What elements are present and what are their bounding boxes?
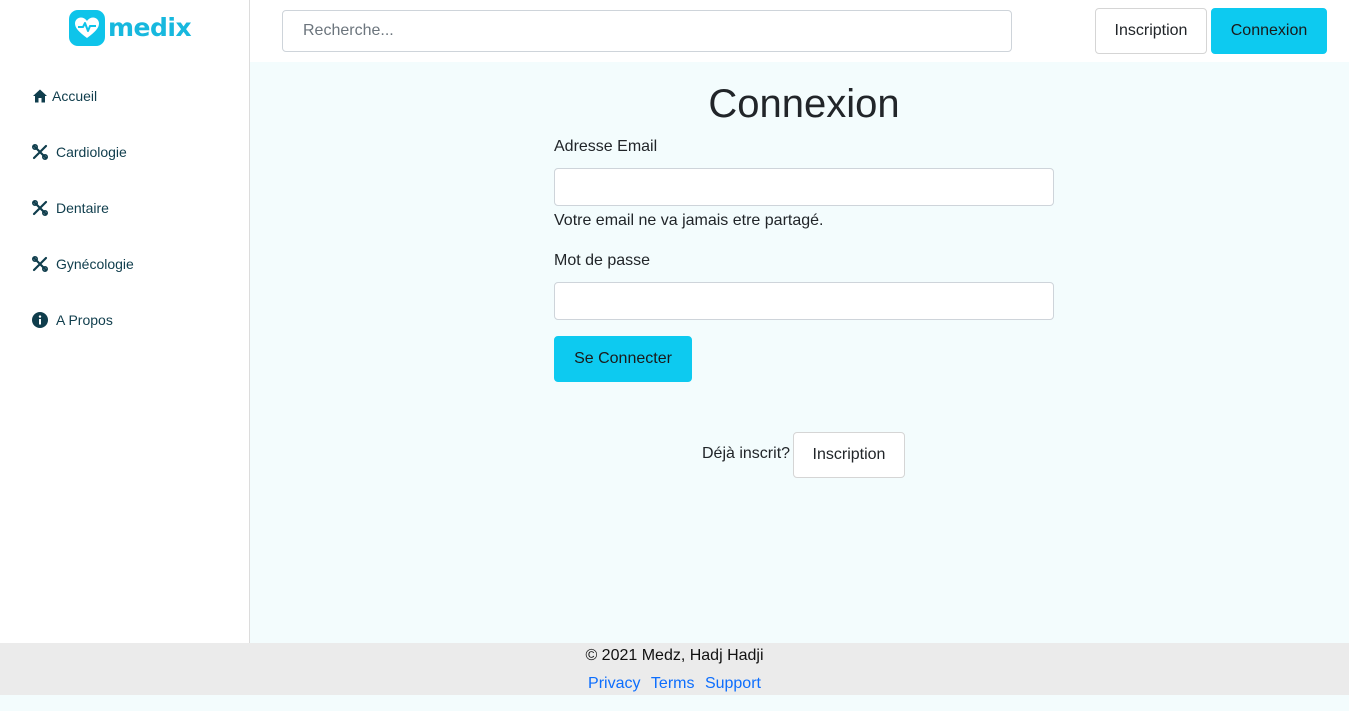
sidebar-item-a-propos[interactable]: A Propos [32, 308, 134, 332]
sidebar-nav: Accueil Cardiologie Dentaire Gynécologie… [32, 84, 134, 364]
sidebar-item-gynecologie[interactable]: Gynécologie [32, 252, 134, 276]
tools-icon [32, 256, 48, 272]
privacy-link[interactable]: Privacy [588, 675, 640, 692]
sidebar-item-label: Gynécologie [56, 256, 134, 272]
sidebar-item-label: Accueil [52, 88, 98, 104]
sidebar: medix Accueil Cardiologie Dentaire Gynéc… [0, 0, 250, 643]
brand-logo[interactable]: medix [69, 10, 192, 46]
inscription-button[interactable]: Inscription [793, 432, 905, 478]
home-icon [32, 88, 48, 104]
sidebar-item-cardiologie[interactable]: Cardiologie [32, 140, 134, 164]
sidebar-item-accueil[interactable]: Accueil [32, 84, 134, 108]
password-field[interactable] [554, 282, 1054, 320]
info-icon [32, 312, 48, 328]
header-inscription-button[interactable]: Inscription [1095, 8, 1207, 54]
support-link[interactable]: Support [705, 675, 761, 692]
copyright-text: © 2021 Medz, Hadj Hadji [585, 647, 764, 664]
email-label: Adresse Email [554, 138, 658, 155]
email-field[interactable] [554, 168, 1054, 206]
footer-links: Privacy Terms Support [0, 675, 1349, 693]
already-registered-text: Déjà inscrit? [702, 445, 791, 462]
top-bar: Inscription Connexion [250, 0, 1349, 62]
header-connexion-button[interactable]: Connexion [1211, 8, 1327, 54]
footer: © 2021 Medz, Hadj Hadji Privacy Terms Su… [0, 643, 1349, 695]
brand-name: medix [108, 13, 192, 42]
sidebar-item-label: Dentaire [56, 200, 109, 216]
sidebar-item-dentaire[interactable]: Dentaire [32, 196, 134, 220]
page-title: Connexion [708, 82, 900, 126]
email-help-text: Votre email ne va jamais etre partagé. [554, 212, 824, 229]
password-label: Mot de passe [554, 252, 651, 269]
se-connecter-button[interactable]: Se Connecter [554, 336, 692, 382]
sidebar-item-label: Cardiologie [56, 144, 127, 160]
search-input[interactable] [282, 10, 1012, 52]
tools-icon [32, 200, 48, 216]
sidebar-item-label: A Propos [56, 312, 113, 328]
heart-pulse-icon [69, 10, 105, 46]
terms-link[interactable]: Terms [651, 675, 695, 692]
tools-icon [32, 144, 48, 160]
